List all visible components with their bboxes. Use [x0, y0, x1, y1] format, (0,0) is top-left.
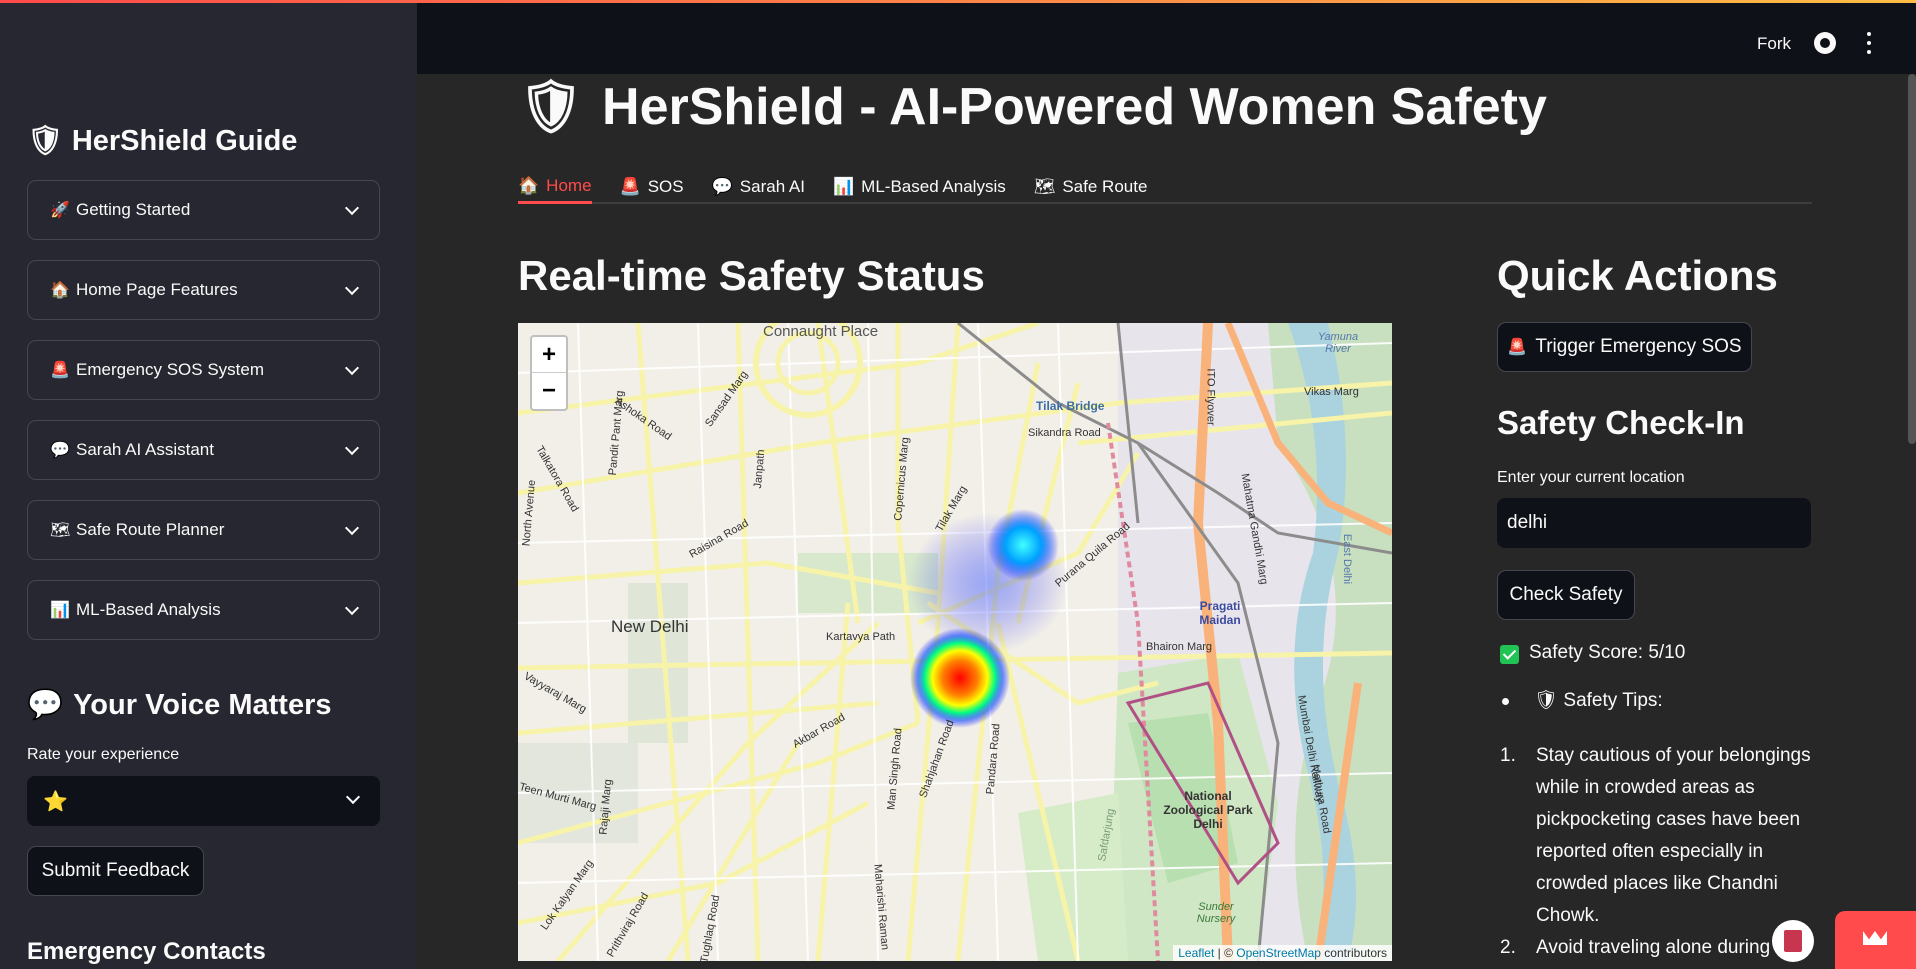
tab-sarah-ai[interactable]: 💬 Sarah AI	[712, 170, 805, 204]
map-icon: 🗺	[50, 522, 71, 539]
house-icon: 🏠	[518, 175, 540, 195]
bar-chart-icon: 📊	[833, 177, 855, 196]
trigger-sos-button[interactable]: 🚨 Trigger Emergency SOS	[1497, 322, 1752, 372]
star-icon: ⭐	[43, 790, 68, 813]
safety-score-checkbox[interactable]	[1500, 645, 1519, 664]
map-label: Sunder Nursery	[1196, 901, 1236, 925]
siren-icon: 🚨	[619, 177, 641, 196]
check-safety-button[interactable]: Check Safety	[1497, 570, 1635, 620]
quick-actions-title: Quick Actions	[1497, 252, 1778, 299]
submit-feedback-button[interactable]: Submit Feedback	[27, 846, 204, 896]
siren-icon: 🚨	[1507, 339, 1528, 356]
chevron-down-icon	[344, 600, 360, 616]
expander-label: Emergency SOS System	[76, 360, 265, 379]
safety-status-title: Real-time Safety Status	[518, 252, 985, 299]
zoom-in-button[interactable]: +	[532, 337, 566, 373]
map-icon: 🗺	[1033, 177, 1056, 196]
list-item: 2. Avoid traveling alone during late-	[1500, 937, 1813, 958]
expander-label: Safe Route Planner	[76, 520, 225, 539]
map-label: Tilak Bridge	[1036, 399, 1105, 413]
main-menu-icon[interactable]	[1866, 32, 1872, 54]
chevron-down-icon	[344, 200, 360, 216]
expander-label: ML-Based Analysis	[76, 600, 221, 619]
chevron-down-icon	[344, 440, 360, 456]
chevron-down-icon	[345, 789, 361, 805]
voice-title: 💬 Your Voice Matters	[27, 688, 332, 722]
map-label: New Delhi	[611, 617, 689, 636]
expander-sarah-ai[interactable]: 💬 Sarah AI Assistant	[27, 420, 380, 480]
chevron-down-icon	[344, 360, 360, 376]
expander-label: Getting Started	[76, 200, 191, 219]
map-label: Pragati Maidan	[1199, 599, 1241, 627]
rocket-icon: 🚀	[50, 202, 70, 219]
main-content: 🛡 HerShield - AI-Powered Women Safety 🏠 …	[417, 74, 1916, 969]
safety-tips-list: 1. Stay cautious of your belongings while…	[1500, 740, 1816, 964]
map-label: Bhairon Marg	[1146, 641, 1213, 653]
map-attribution: Leaflet | © OpenStreetMap contributors	[1173, 945, 1392, 961]
map-label: Sikandra Road	[1028, 427, 1101, 439]
scrollbar[interactable]	[1908, 74, 1916, 444]
chevron-down-icon	[344, 280, 360, 296]
siren-icon: 🚨	[50, 362, 70, 379]
speech-bubble-icon: 💬	[711, 177, 733, 196]
map-label: Vikas Marg	[1304, 386, 1359, 398]
shield-icon: 🛡	[27, 125, 64, 157]
emergency-contacts-title: Emergency Contacts	[27, 938, 266, 965]
sidebar: 🛡 HerShield Guide 🚀 Getting Started 🏠 Ho…	[0, 0, 417, 969]
expander-home-page-features[interactable]: 🏠 Home Page Features	[27, 260, 380, 320]
map-label: Connaught Place	[763, 323, 879, 340]
fork-link[interactable]: Fork	[1757, 34, 1791, 54]
speech-bubble-icon: 💬	[50, 442, 70, 459]
avatar[interactable]	[1772, 920, 1814, 962]
page-title: 🛡 HerShield - AI-Powered Women Safety	[518, 77, 1547, 137]
expander-emergency-sos[interactable]: 🚨 Emergency SOS System	[27, 340, 380, 400]
sidebar-title: 🛡 HerShield Guide	[27, 124, 298, 158]
tab-safe-route[interactable]: 🗺 Safe Route	[1034, 170, 1148, 204]
leaflet-link[interactable]: Leaflet	[1178, 946, 1214, 960]
location-label: Enter your current location	[1497, 469, 1685, 486]
map-label: East Delhi	[1341, 533, 1354, 585]
house-icon: 🏠	[50, 282, 70, 299]
bullet	[1502, 698, 1509, 705]
safety-tips-title: 🛡 Safety Tips:	[1534, 690, 1663, 711]
map-label: National Zoological Park Delhi	[1163, 789, 1253, 831]
expander-safe-route[interactable]: 🗺 Safe Route Planner	[27, 500, 380, 560]
zoom-control: + −	[530, 335, 568, 411]
github-icon[interactable]	[1814, 32, 1836, 54]
tab-sos[interactable]: 🚨 SOS	[620, 170, 684, 204]
tab-home[interactable]: 🏠 Home	[518, 170, 592, 204]
rate-label: Rate your experience	[27, 746, 180, 763]
map-label: ITO Flyover	[1204, 368, 1217, 426]
expander-label: Sarah AI Assistant	[76, 440, 214, 459]
osm-link[interactable]: OpenStreetMap	[1236, 946, 1321, 960]
expander-getting-started[interactable]: 🚀 Getting Started	[27, 180, 380, 240]
zoom-out-button[interactable]: −	[532, 373, 566, 409]
top-accent-bar	[0, 0, 1916, 3]
safety-map[interactable]: Connaught Place New Delhi Tilak Bridge P…	[518, 323, 1392, 961]
expander-label: Home Page Features	[76, 280, 238, 299]
tab-ml-analysis[interactable]: 📊 ML-Based Analysis	[833, 170, 1006, 204]
location-input[interactable]	[1497, 498, 1811, 548]
tab-bar: 🏠 Home 🚨 SOS 💬 Sarah AI 📊 ML-Based Analy…	[518, 170, 1812, 204]
map-label: Yamuna River	[1317, 331, 1359, 355]
map-label: Kartavya Path	[826, 631, 896, 643]
app-header	[417, 0, 1916, 74]
chevron-down-icon	[344, 520, 360, 536]
shield-icon: 🛡	[518, 78, 585, 136]
list-item: 1. Stay cautious of your belongings while…	[1500, 745, 1811, 926]
rating-select[interactable]: ⭐	[27, 776, 380, 826]
expander-ml-analysis[interactable]: 📊 ML-Based Analysis	[27, 580, 380, 640]
safety-checkin-title: Safety Check-In	[1497, 404, 1745, 441]
speech-bubble-icon: 💬	[27, 689, 64, 721]
safety-score-text: Safety Score: 5/10	[1529, 642, 1686, 663]
streamlit-crown-button[interactable]	[1835, 911, 1916, 969]
bar-chart-icon: 📊	[50, 602, 70, 619]
